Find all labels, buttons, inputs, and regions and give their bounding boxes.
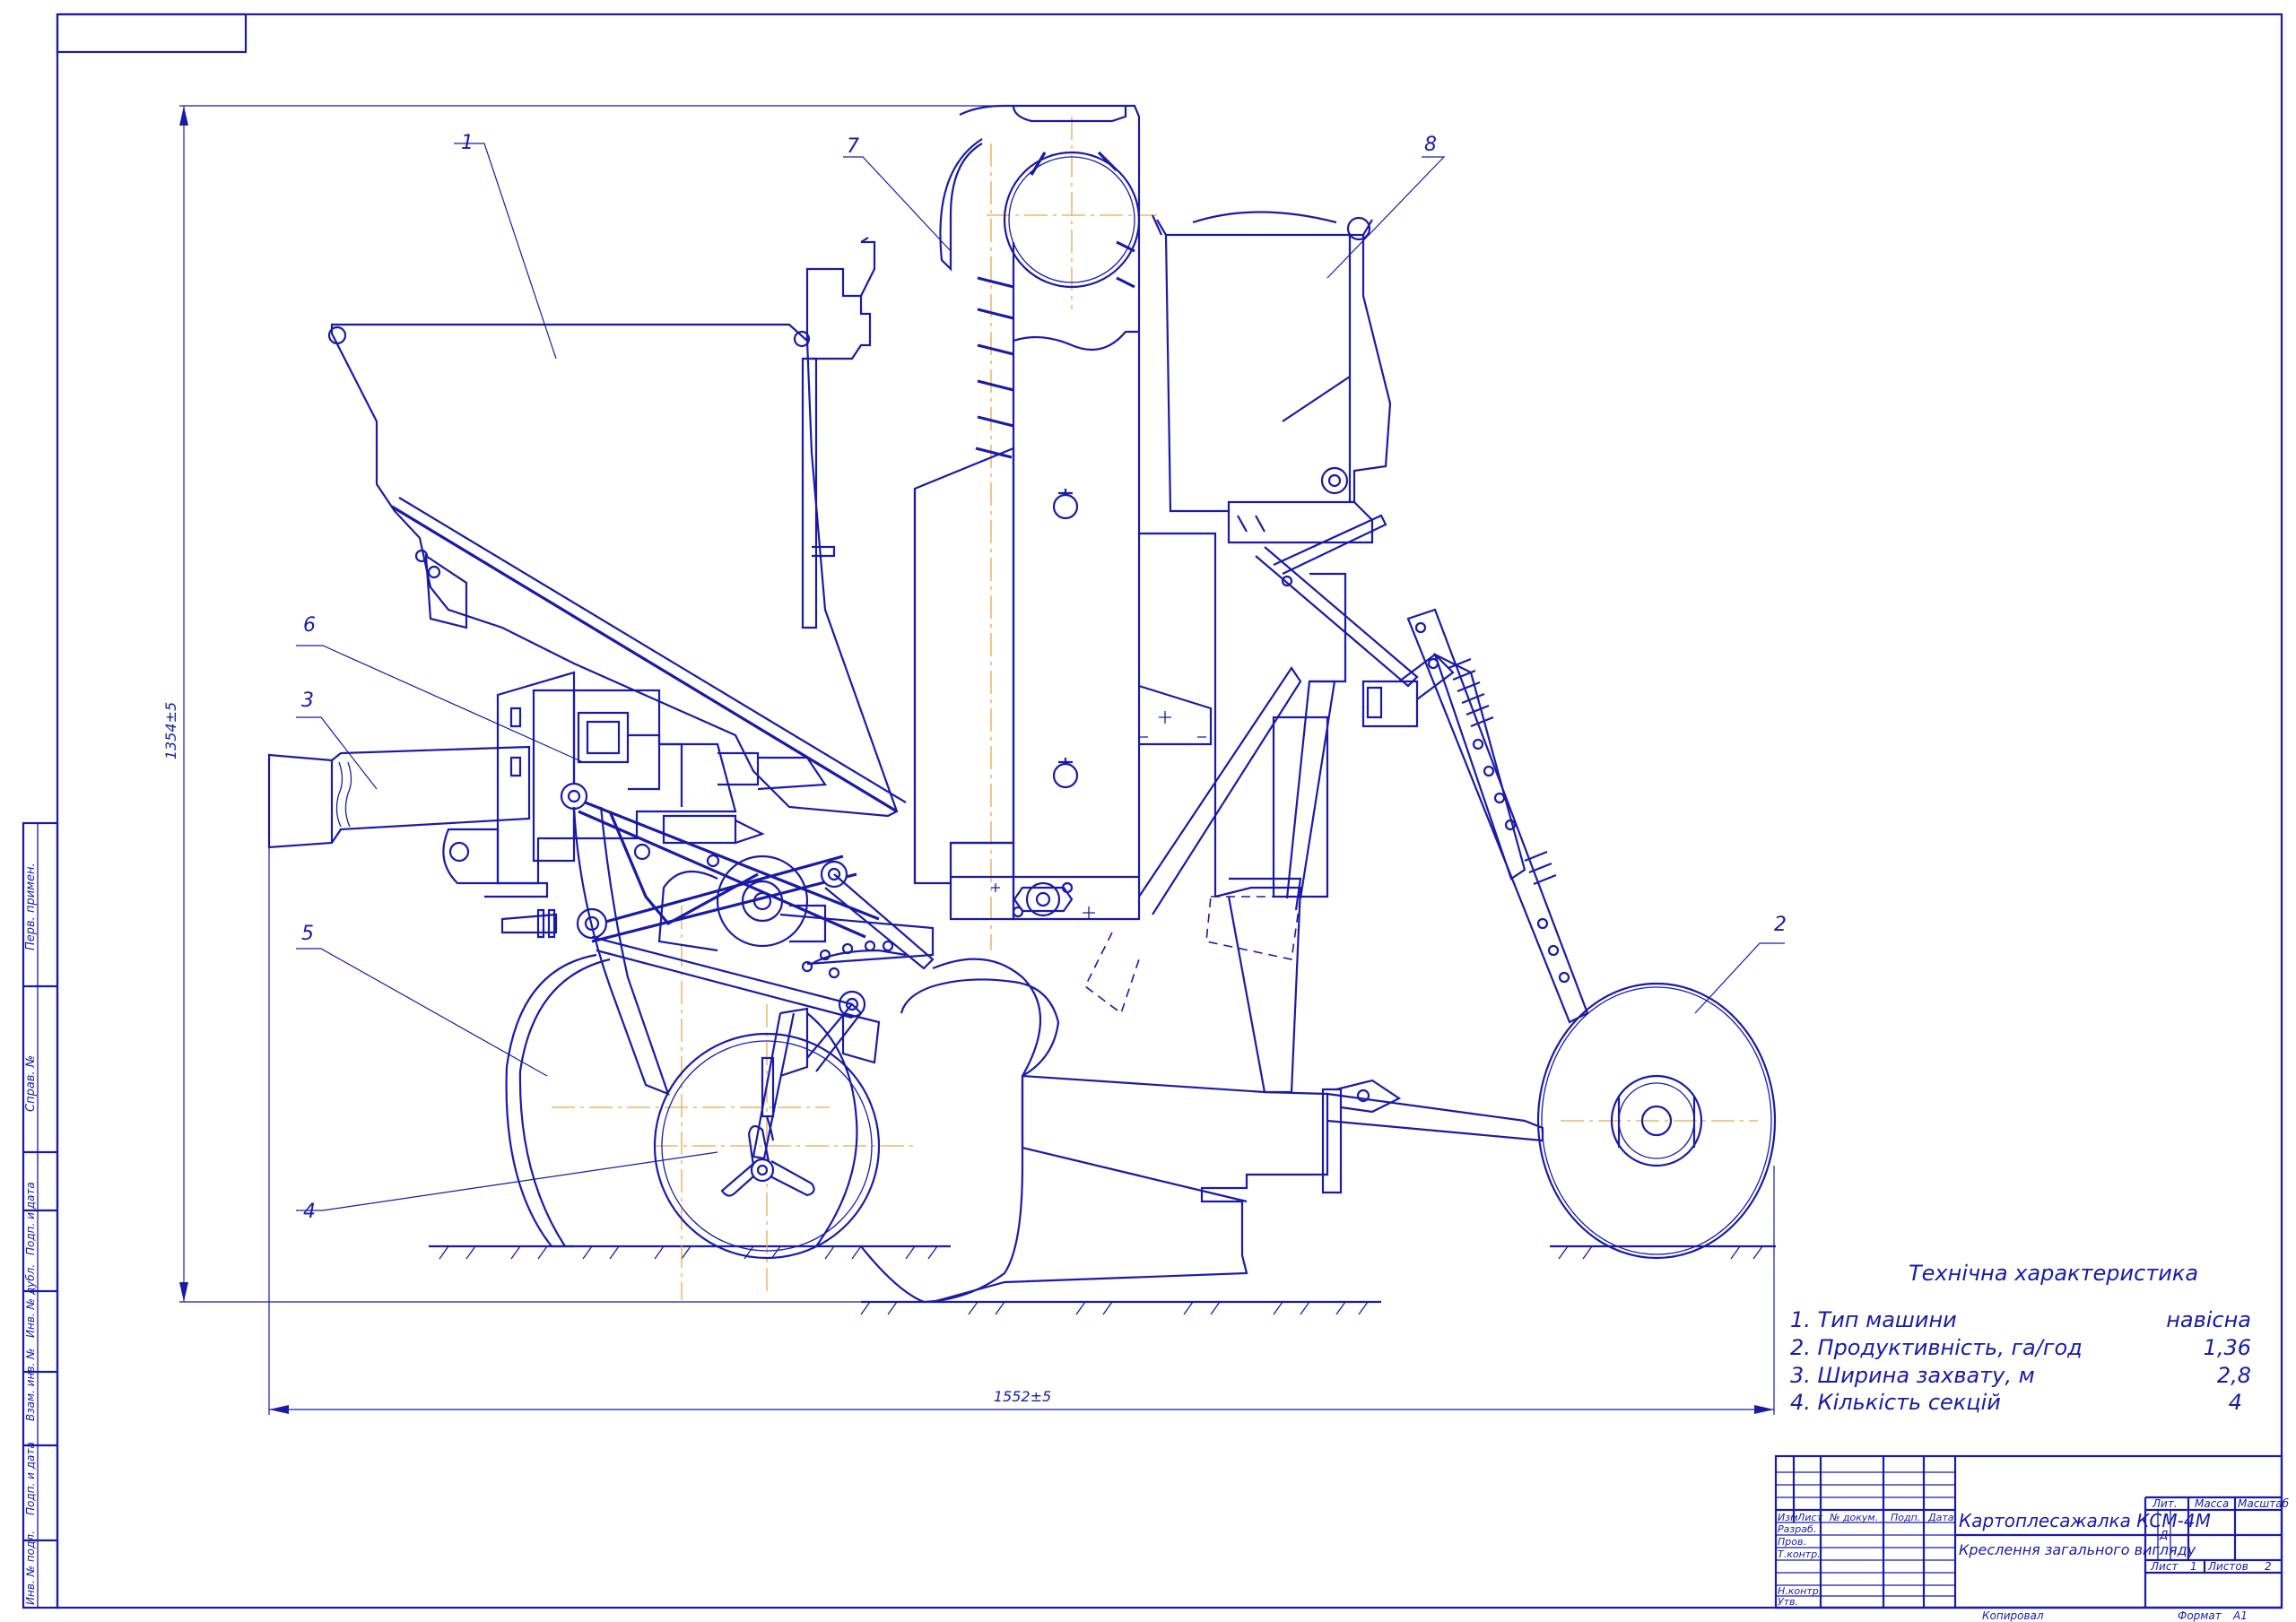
side-stamp: Перв. примен. Справ. № Подп. и дата Инв.… bbox=[22, 821, 59, 1609]
hopper-1 bbox=[327, 237, 907, 818]
tb-sheet-value: 1 bbox=[2190, 1560, 2197, 1573]
spec-row-label: 4. Кількість секцій bbox=[1790, 1390, 2001, 1415]
part-label-8: 8 bbox=[1424, 134, 1437, 156]
part-label-4: 4 bbox=[303, 1201, 316, 1223]
tb-format-value: А1 bbox=[2232, 1609, 2248, 1622]
tb-row-razrab: Разраб. bbox=[1778, 1523, 1816, 1535]
tb-row-utv: Утв. bbox=[1778, 1596, 1798, 1608]
part-label-7: 7 bbox=[847, 135, 859, 158]
tb-lit-value: Д bbox=[2159, 1529, 2168, 1541]
leader-lines bbox=[296, 143, 1785, 1211]
drawing-title: Картоплесажалка КСМ-4М bbox=[1959, 1510, 2211, 1531]
spec-row-label: 2. Продуктивність, га/год bbox=[1790, 1335, 2083, 1360]
side-stamp-label: Подп. и дата bbox=[24, 1182, 37, 1255]
ground-lines bbox=[429, 1245, 1776, 1315]
part-label-2: 2 bbox=[1774, 914, 1787, 936]
side-stamp-label: Справ. № bbox=[24, 1055, 38, 1112]
drawing-sheet: Перв. примен. Справ. № Подп. и дата Инв.… bbox=[22, 13, 2290, 1622]
part-label-1: 1 bbox=[461, 132, 474, 154]
elevator-7 bbox=[913, 104, 1141, 921]
tb-copied: Копировал bbox=[1982, 1609, 2044, 1622]
title-block: Изм Лист № докум. Подп. Дата Разраб. Про… bbox=[1774, 1454, 2290, 1622]
tb-format-label: Формат bbox=[2178, 1609, 2222, 1622]
tb-row-prov: Пров. bbox=[1778, 1536, 1806, 1548]
furrow-opener bbox=[860, 958, 1544, 1304]
width-dimension-text: 1552±5 bbox=[994, 1388, 1051, 1405]
spec-row-value: навісна bbox=[2166, 1307, 2251, 1332]
top-link bbox=[1406, 608, 1589, 1024]
spec-row-value: 1,36 bbox=[2204, 1335, 2251, 1360]
spec-row-label: 1. Тип машини bbox=[1790, 1307, 1957, 1332]
tb-col-doc: № докум. bbox=[1829, 1512, 1878, 1523]
spec-row-label: 3. Ширина захвату, м bbox=[1790, 1363, 2035, 1388]
specs-heading: Технічна характеристика bbox=[1909, 1261, 2198, 1286]
drawing-subtitle: Креслення загального вигляду bbox=[1959, 1541, 2196, 1558]
tb-lit: Лит. bbox=[2152, 1497, 2178, 1510]
part-label-5: 5 bbox=[301, 923, 314, 945]
part-label-3: 3 bbox=[301, 690, 314, 712]
height-dimension-text: 1354±5 bbox=[162, 702, 179, 759]
tb-col-izm: Изм bbox=[1778, 1512, 1797, 1523]
side-stamp-label: Подп. и дата bbox=[24, 1442, 37, 1515]
part-label-6: 6 bbox=[303, 614, 316, 637]
tb-sheet-label: Лист bbox=[2150, 1560, 2179, 1573]
tb-sheets-label: Листов bbox=[2207, 1560, 2248, 1573]
tb-col-date: Дата bbox=[1927, 1512, 1954, 1523]
side-stamp-label: Взам. инв. № bbox=[24, 1349, 37, 1421]
tb-row-tkontr: Т.контр. bbox=[1778, 1548, 1821, 1560]
side-stamp-label: Инв. № подл. bbox=[24, 1531, 37, 1605]
spec-row-value: 4 bbox=[2229, 1390, 2242, 1415]
side-stamp-label: Инв. № дубл. bbox=[24, 1264, 37, 1338]
drive-mechanism bbox=[500, 782, 935, 1096]
hopper-8 bbox=[1151, 211, 1392, 587]
tb-massa: Масса bbox=[2195, 1497, 2229, 1510]
pipe-3 bbox=[267, 745, 531, 849]
tb-masshtab: Масштаб bbox=[2238, 1497, 2290, 1510]
tb-col-sign: Подп. bbox=[1891, 1512, 1920, 1523]
frame-structure bbox=[1083, 514, 1455, 1094]
technical-specs: Технічна характеристика 1. Тип машини на… bbox=[1790, 1261, 2251, 1415]
tb-col-list: Лист bbox=[1796, 1512, 1822, 1523]
centerlines bbox=[552, 117, 1758, 1300]
tb-sheets-value: 2 bbox=[2265, 1560, 2272, 1573]
spec-row-value: 2,8 bbox=[2217, 1363, 2251, 1388]
side-stamp-label: Перв. примен. bbox=[24, 863, 38, 950]
